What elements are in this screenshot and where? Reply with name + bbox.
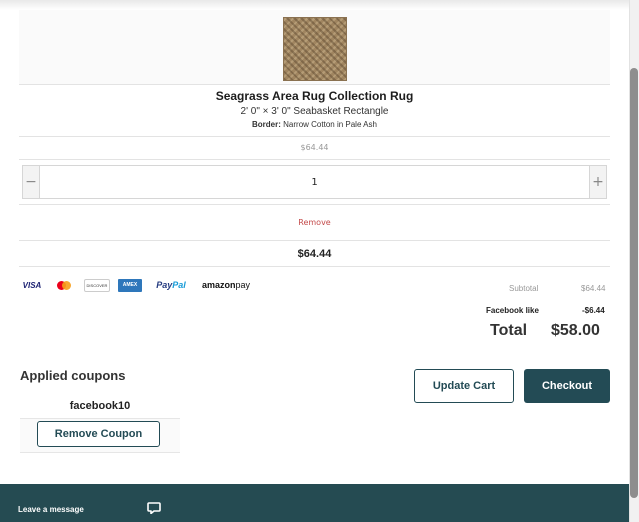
update-cart-button[interactable]: Update Cart xyxy=(414,369,514,403)
product-border-value: Narrow Cotton in Pale Ash xyxy=(283,120,377,129)
amex-icon: AMEX xyxy=(118,278,142,292)
product-border-label: Border: xyxy=(252,120,281,129)
subtotal-label: Subtotal xyxy=(509,284,539,293)
line-total: $64.44 xyxy=(19,241,610,267)
scrollbar-track[interactable] xyxy=(629,0,639,522)
top-shadow xyxy=(0,0,629,10)
product-details-row: Seagrass Area Rug Collection Rug 2' 0" ×… xyxy=(19,85,610,137)
quantity-input[interactable]: 1 xyxy=(40,166,589,198)
quantity-increase-button[interactable]: + xyxy=(589,166,606,198)
paypal-text-b: Pal xyxy=(172,280,186,290)
leave-message-link[interactable]: Leave a message xyxy=(18,505,84,514)
quantity-decrease-button[interactable]: − xyxy=(23,166,40,198)
quantity-row: − 1 + xyxy=(19,160,610,205)
paypal-icon: Pay Pal xyxy=(150,279,192,292)
product-size: 2' 0" × 3' 0" Seabasket Rectangle xyxy=(240,106,389,117)
applied-coupons-title: Applied coupons xyxy=(20,368,126,383)
amazon-text-b: pay xyxy=(235,280,251,290)
cart-item: Seagrass Area Rug Collection Rug 2' 0" ×… xyxy=(19,10,610,267)
product-image-row xyxy=(19,10,610,85)
mastercard-icon xyxy=(52,279,76,292)
product-image[interactable] xyxy=(282,17,347,81)
product-border: Border: Narrow Cotton in Pale Ash xyxy=(19,119,610,130)
remove-item-link[interactable]: Remove xyxy=(19,205,610,241)
paypal-text-a: Pay xyxy=(156,280,173,290)
coupon-box: facebook10 Remove Coupon xyxy=(20,393,180,453)
chat-icon[interactable] xyxy=(147,502,161,514)
discount-value: -$6.44 xyxy=(582,306,605,315)
quantity-stepper: − 1 + xyxy=(22,165,607,199)
scrollbar-thumb[interactable] xyxy=(630,68,638,498)
visa-icon: VISA xyxy=(22,280,42,290)
product-title[interactable]: Seagrass Area Rug Collection Rug xyxy=(19,89,610,103)
checkout-button[interactable]: Checkout xyxy=(524,369,610,403)
coupon-code: facebook10 xyxy=(20,393,180,419)
total-value: $58.00 xyxy=(551,322,600,339)
remove-coupon-button[interactable]: Remove Coupon xyxy=(37,421,160,447)
payment-methods: VISA DISCOVER AMEX Pay Pal amazon pay xyxy=(20,278,252,292)
discover-icon: DISCOVER xyxy=(84,278,110,292)
unit-price: $64.44 xyxy=(19,137,610,160)
amazon-text-a: amazon xyxy=(201,280,236,290)
amazon-pay-icon: amazon pay xyxy=(200,279,252,292)
footer-bar: Leave a message xyxy=(0,484,629,522)
subtotal-value: $64.44 xyxy=(581,284,606,293)
discount-label: Facebook like xyxy=(486,306,539,315)
total-label: Total xyxy=(490,322,528,339)
